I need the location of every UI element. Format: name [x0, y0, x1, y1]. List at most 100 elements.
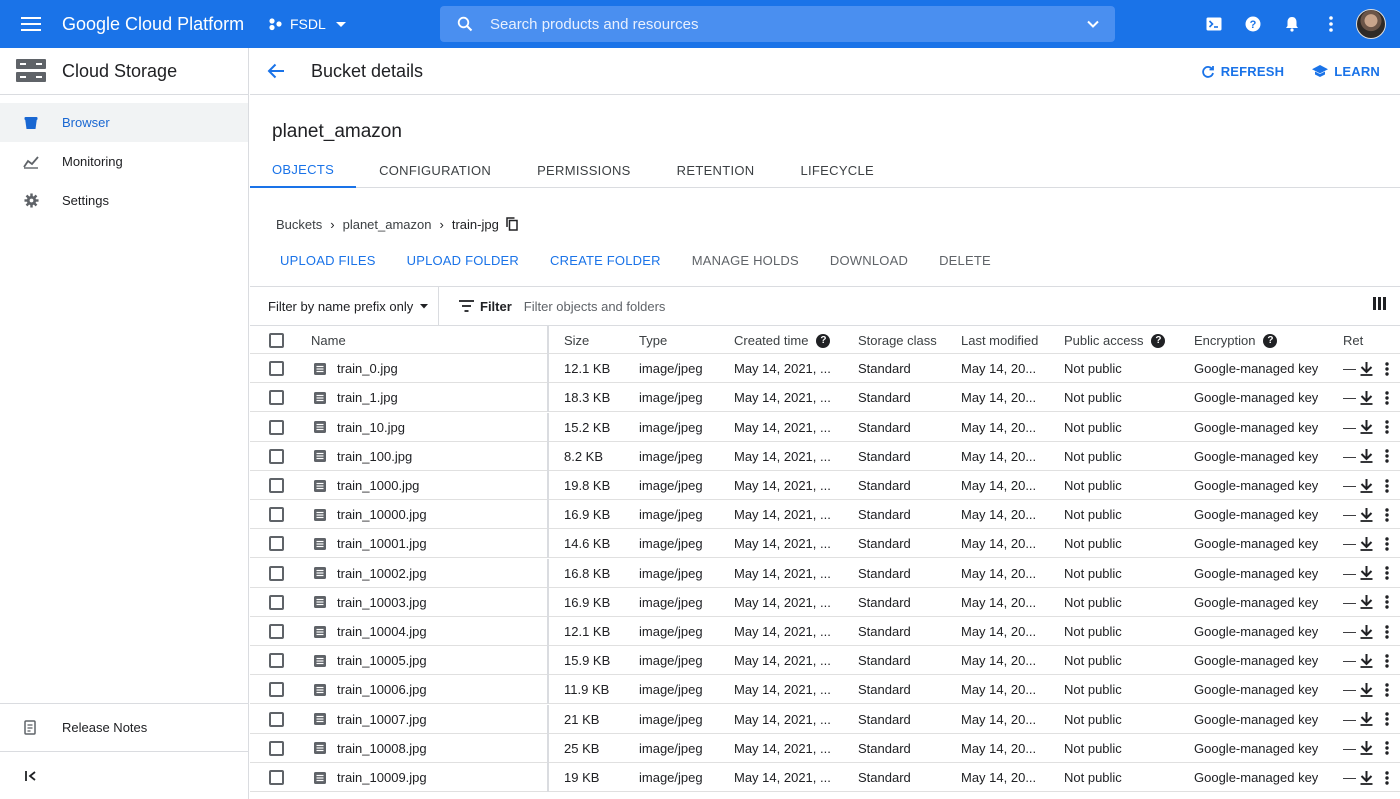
download-icon[interactable]	[1360, 354, 1373, 383]
table-row[interactable]: train_10002.jpg 16.8 KB image/jpeg May 14, …	[250, 558, 1400, 588]
more-vert-icon[interactable]	[1385, 705, 1389, 734]
download-icon[interactable]	[1360, 588, 1373, 617]
tab-lifecycle[interactable]: LIFECYCLE	[777, 153, 897, 188]
download-icon[interactable]	[1360, 500, 1373, 529]
more-vert-icon[interactable]	[1385, 442, 1389, 471]
table-row[interactable]: train_10001.jpg 14.6 KB image/jpeg May 14, …	[250, 529, 1400, 559]
app-title[interactable]: Google Cloud Platform	[62, 14, 268, 35]
sidebar-item-settings[interactable]: Settings	[0, 181, 248, 220]
download-icon[interactable]	[1360, 442, 1373, 471]
more-vert-icon[interactable]	[1311, 0, 1350, 48]
help-icon[interactable]: ?	[1151, 333, 1166, 348]
back-arrow-icon[interactable]	[250, 63, 302, 79]
file-name-cell[interactable]: train_10000.jpg	[313, 500, 427, 529]
download-button[interactable]: DOWNLOAD	[822, 253, 916, 268]
file-name-cell[interactable]: train_10.jpg	[313, 413, 405, 442]
search-bar[interactable]	[440, 6, 1115, 42]
col-header-type[interactable]: Type	[639, 326, 667, 355]
row-checkbox[interactable]	[269, 529, 284, 558]
search-input[interactable]	[490, 15, 1071, 33]
more-vert-icon[interactable]	[1385, 500, 1389, 529]
collapse-sidebar-button[interactable]	[0, 751, 248, 799]
table-row[interactable]: train_10008.jpg 25 KB image/jpeg May 14, 20…	[250, 733, 1400, 763]
download-icon[interactable]	[1360, 734, 1373, 763]
more-vert-icon[interactable]	[1385, 383, 1389, 412]
more-vert-icon[interactable]	[1385, 559, 1389, 588]
help-icon[interactable]: ?	[1263, 333, 1278, 348]
table-row[interactable]: train_10004.jpg 12.1 KB image/jpeg May 14, …	[250, 617, 1400, 646]
upload-files-button[interactable]: UPLOAD FILES	[272, 253, 384, 268]
file-name-cell[interactable]: train_10006.jpg	[313, 675, 427, 704]
account-avatar[interactable]	[1356, 9, 1386, 39]
col-header-encryption[interactable]: Encryption?	[1194, 326, 1278, 355]
col-header-created[interactable]: Created time?	[734, 326, 831, 355]
row-checkbox[interactable]	[269, 675, 284, 704]
file-name-cell[interactable]: train_10002.jpg	[313, 559, 427, 588]
more-vert-icon[interactable]	[1385, 763, 1389, 792]
download-icon[interactable]	[1360, 675, 1373, 704]
table-row[interactable]: train_10007.jpg 21 KB image/jpeg May 14, 20…	[250, 704, 1400, 734]
filter-button[interactable]: Filter	[459, 299, 512, 314]
refresh-button[interactable]: REFRESH	[1193, 64, 1293, 79]
sidebar-item-browser[interactable]: Browser	[0, 103, 248, 142]
tab-retention[interactable]: RETENTION	[654, 153, 778, 188]
download-icon[interactable]	[1360, 617, 1373, 646]
more-vert-icon[interactable]	[1385, 471, 1389, 500]
more-vert-icon[interactable]	[1385, 646, 1389, 675]
download-icon[interactable]	[1360, 383, 1373, 412]
help-icon[interactable]: ?	[816, 333, 831, 348]
file-name-cell[interactable]: train_10005.jpg	[313, 646, 427, 675]
col-header-size[interactable]: Size	[564, 326, 589, 355]
file-name-cell[interactable]: train_10007.jpg	[313, 705, 427, 734]
file-name-cell[interactable]: train_10008.jpg	[313, 734, 427, 763]
download-icon[interactable]	[1360, 529, 1373, 558]
more-vert-icon[interactable]	[1385, 354, 1389, 383]
tab-permissions[interactable]: PERMISSIONS	[514, 153, 654, 188]
breadcrumb-buckets[interactable]: Buckets	[276, 217, 322, 232]
row-checkbox[interactable]	[269, 705, 284, 734]
row-checkbox[interactable]	[269, 617, 284, 646]
download-icon[interactable]	[1360, 646, 1373, 675]
file-name-cell[interactable]: train_10001.jpg	[313, 529, 427, 558]
download-icon[interactable]	[1360, 763, 1373, 792]
notifications-icon[interactable]	[1272, 0, 1311, 48]
delete-button[interactable]: DELETE	[931, 253, 999, 268]
file-name-cell[interactable]: train_0.jpg	[313, 354, 398, 383]
row-checkbox[interactable]	[269, 559, 284, 588]
row-checkbox[interactable]	[269, 500, 284, 529]
manage-holds-button[interactable]: MANAGE HOLDS	[684, 253, 807, 268]
row-checkbox[interactable]	[269, 588, 284, 617]
download-icon[interactable]	[1360, 705, 1373, 734]
project-selector[interactable]: FSDL	[268, 15, 438, 33]
table-row[interactable]: train_10009.jpg 19 KB image/jpeg May 14, 20…	[250, 763, 1400, 792]
filter-mode-select[interactable]: Filter by name prefix only	[250, 286, 439, 326]
select-all-checkbox[interactable]	[269, 326, 284, 355]
table-row[interactable]: train_10005.jpg 15.9 KB image/jpeg May 14, …	[250, 646, 1400, 676]
sidebar-item-monitoring[interactable]: Monitoring	[0, 142, 248, 181]
copy-icon[interactable]	[506, 217, 518, 231]
table-row[interactable]: train_100.jpg 8.2 KB image/jpeg May 14, 202…	[250, 441, 1400, 471]
download-icon[interactable]	[1360, 413, 1373, 442]
tab-objects[interactable]: OBJECTS	[250, 153, 357, 188]
row-checkbox[interactable]	[269, 442, 284, 471]
more-vert-icon[interactable]	[1385, 734, 1389, 763]
more-vert-icon[interactable]	[1385, 617, 1389, 646]
more-vert-icon[interactable]	[1385, 675, 1389, 704]
table-row[interactable]: train_0.jpg 12.1 KB image/jpeg May 14, 2021…	[250, 354, 1400, 384]
file-name-cell[interactable]: train_10004.jpg	[313, 617, 427, 646]
col-header-storage-class[interactable]: Storage class	[858, 326, 937, 355]
help-icon[interactable]: ?	[1233, 0, 1272, 48]
table-row[interactable]: train_1.jpg 18.3 KB image/jpeg May 14, 2021…	[250, 383, 1400, 413]
file-name-cell[interactable]: train_100.jpg	[313, 442, 412, 471]
more-vert-icon[interactable]	[1385, 413, 1389, 442]
row-checkbox[interactable]	[269, 471, 284, 500]
more-vert-icon[interactable]	[1385, 588, 1389, 617]
row-checkbox[interactable]	[269, 646, 284, 675]
table-row[interactable]: train_10.jpg 15.2 KB image/jpeg May 14, 202…	[250, 412, 1400, 442]
upload-folder-button[interactable]: UPLOAD FOLDER	[399, 253, 527, 268]
row-checkbox[interactable]	[269, 354, 284, 383]
menu-icon[interactable]	[0, 0, 62, 48]
download-icon[interactable]	[1360, 559, 1373, 588]
row-checkbox[interactable]	[269, 383, 284, 412]
table-row[interactable]: train_10003.jpg 16.9 KB image/jpeg May 14, …	[250, 587, 1400, 617]
